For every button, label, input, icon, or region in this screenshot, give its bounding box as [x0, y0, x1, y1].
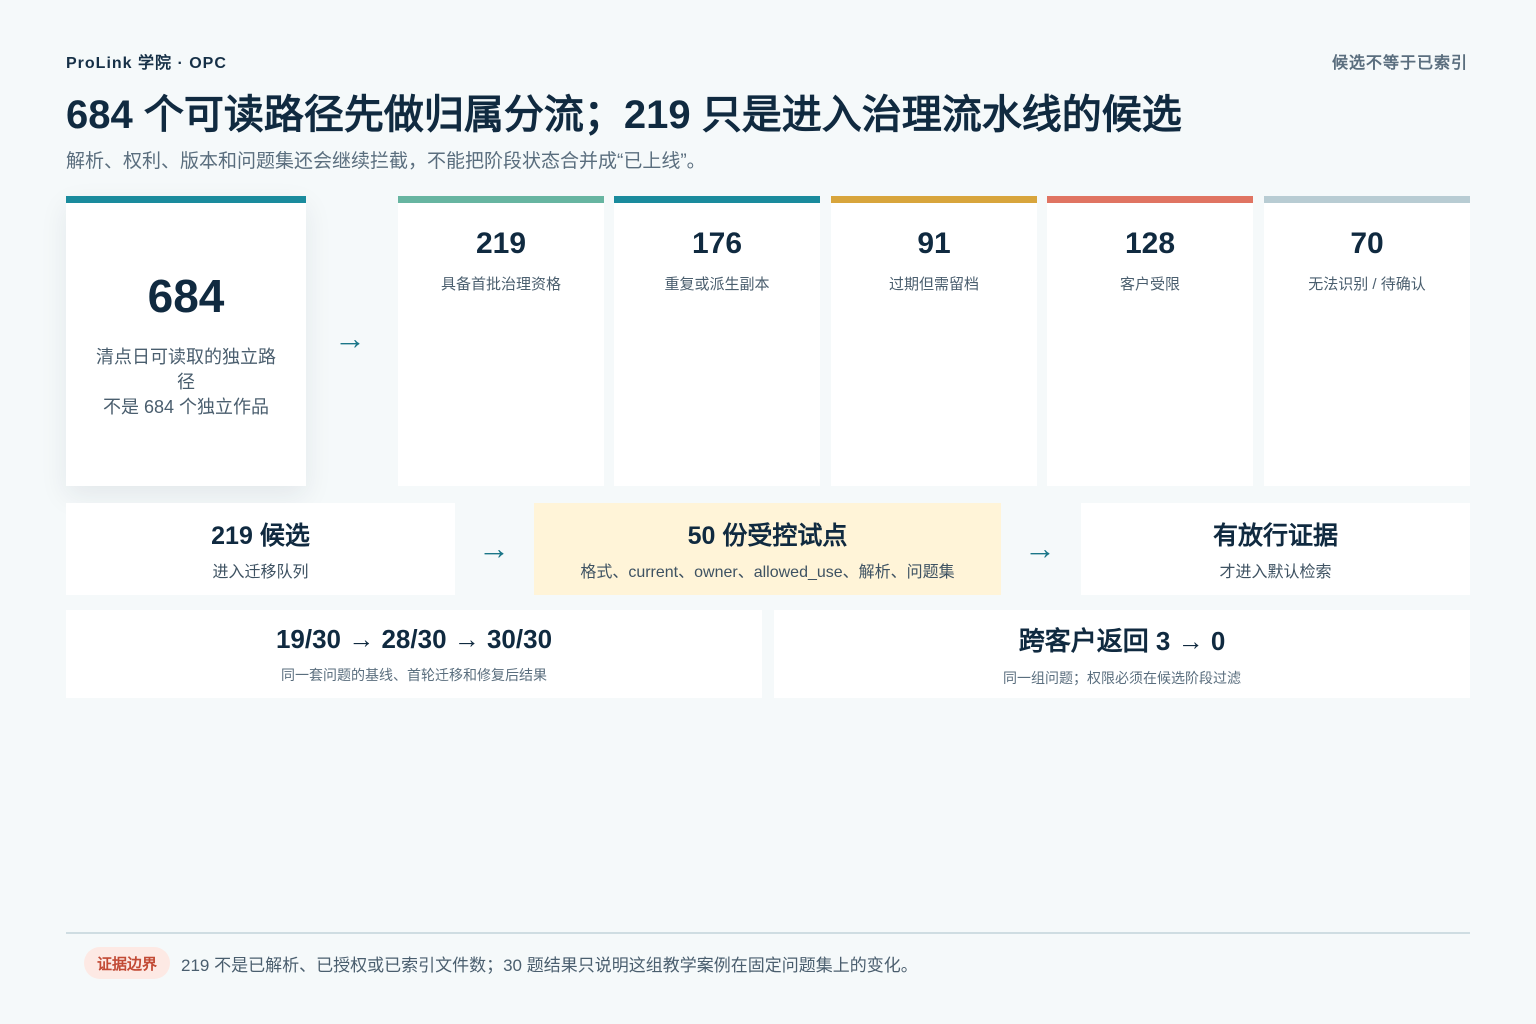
bucket-value: 128	[1124, 227, 1176, 260]
stage-title: 有放行证据	[1212, 522, 1338, 550]
pipeline-arrow-icon: →	[1024, 530, 1056, 566]
source-value: 684	[147, 270, 225, 322]
page-title: 684 个可读路径先做归属分流；219 只是进入治理流水线的候选	[66, 93, 1182, 137]
brand-label: ProLink 学院 · OPC	[66, 55, 227, 72]
bucket-label: 无法识别 / 待确认	[1308, 276, 1426, 293]
footer-note: 219 不是已解析、已授权或已索引文件数；30 题结果只说明这组教学案例在固定问…	[181, 956, 918, 975]
source-line-1: 清点日可读取的独立路径	[96, 347, 276, 392]
bucket-card-duplicate: 176 重复或派生副本	[614, 196, 820, 486]
header-tag: 候选不等于已索引	[1331, 55, 1468, 72]
source-card: 684 清点日可读取的独立路径 不是 684 个独立作品	[66, 196, 306, 486]
bucket-value: 176	[691, 227, 743, 260]
pipeline-arrow-icon: →	[478, 530, 510, 566]
stage-subtitle: 格式、current、owner、allowed_use、解析、问题集	[580, 564, 955, 581]
bucket-label: 过期但需留档	[888, 276, 979, 293]
bucket-label: 具备首批治理资格	[440, 276, 561, 293]
result-title: 19/30 → 28/30 → 30/30	[275, 623, 553, 654]
source-line-2: 不是 684 个独立作品	[102, 397, 270, 417]
result-subtitle: 同一套问题的基线、首轮迁移和修复后结果	[281, 666, 547, 683]
bucket-value: 219	[475, 227, 527, 260]
stage-subtitle: 进入迁移队列	[212, 564, 309, 581]
evidence-boundary-badge: 证据边界	[84, 947, 171, 979]
result-title: 跨客户返回 3 → 0	[1018, 625, 1226, 656]
stage-subtitle: 才进入默认检索	[1219, 564, 1332, 581]
bucket-card-archive: 91 过期但需留档	[831, 196, 1037, 486]
result-card-accuracy: 19/30 → 28/30 → 30/30 同一套问题的基线、首轮迁移和修复后结…	[66, 610, 762, 698]
page-subtitle: 解析、权利、版本和问题集还会继续拦截，不能把阶段状态合并成“已上线”。	[66, 151, 706, 172]
footer-divider	[66, 932, 1470, 934]
bucket-value: 70	[1350, 227, 1384, 260]
bucket-label: 客户受限	[1119, 276, 1180, 293]
pipeline-stage-release: 有放行证据 才进入默认检索	[1081, 503, 1470, 595]
result-card-leakage: 跨客户返回 3 → 0 同一组问题；权限必须在候选阶段过滤	[774, 610, 1470, 698]
bucket-card-eligible: 219 具备首批治理资格	[398, 196, 604, 486]
page: ProLink 学院 · OPC 候选不等于已索引 684 个可读路径先做归属分…	[0, 0, 1536, 1024]
bucket-card-unknown: 70 无法识别 / 待确认	[1264, 196, 1470, 486]
split-arrow-icon: →	[334, 320, 366, 356]
result-subtitle: 同一组问题；权限必须在候选阶段过滤	[1003, 669, 1241, 686]
pipeline-stage-candidates: 219 候选 进入迁移队列	[66, 503, 455, 595]
pipeline-stage-pilot: 50 份受控试点 格式、current、owner、allowed_use、解析…	[534, 503, 1001, 595]
stage-title: 219 候选	[211, 522, 310, 550]
bucket-value: 91	[917, 227, 951, 260]
bucket-label: 重复或派生副本	[664, 276, 770, 293]
bucket-card-restricted: 128 客户受限	[1047, 196, 1253, 486]
stage-title: 50 份受控试点	[687, 522, 848, 550]
